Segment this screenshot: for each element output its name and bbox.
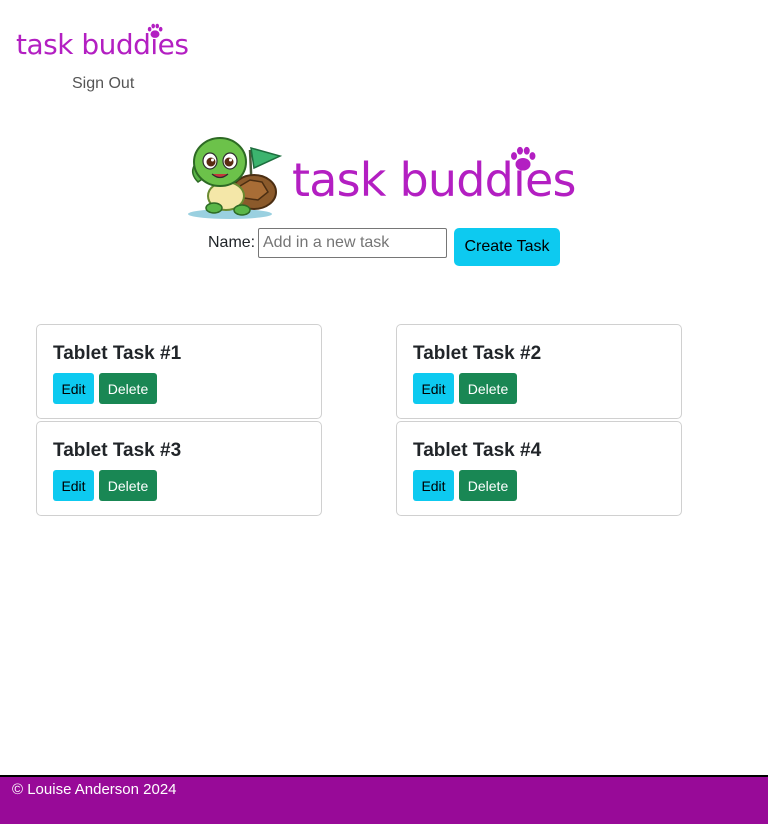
task-title: Tablet Task #1 <box>53 343 182 364</box>
paw-icon <box>511 146 536 171</box>
hero-title: task buddies <box>292 146 576 208</box>
edit-button[interactable]: Edit <box>413 470 454 501</box>
hero-banner: task buddies <box>184 134 584 224</box>
delete-button[interactable]: Delete <box>459 373 517 404</box>
task-card: Tablet Task #4 Edit Delete <box>396 421 682 516</box>
paw-icon <box>147 23 163 38</box>
edit-button[interactable]: Edit <box>53 373 94 404</box>
task-title: Tablet Task #3 <box>53 440 182 461</box>
delete-button[interactable]: Delete <box>459 470 517 501</box>
task-title: Tablet Task #4 <box>413 440 542 461</box>
brand-logo[interactable]: task buddies <box>16 23 189 62</box>
delete-button[interactable]: Delete <box>99 373 157 404</box>
copyright-text: © Louise Anderson 2024 <box>12 781 177 798</box>
edit-button[interactable]: Edit <box>413 373 454 404</box>
sign-out-link[interactable]: Sign Out <box>72 75 134 93</box>
turtle-mascot-icon <box>188 137 283 219</box>
task-card: Tablet Task #3 Edit Delete <box>36 421 322 516</box>
delete-button[interactable]: Delete <box>99 470 157 501</box>
edit-button[interactable]: Edit <box>53 470 94 501</box>
create-task-button[interactable]: Create Task <box>454 228 560 266</box>
task-card: Tablet Task #1 Edit Delete <box>36 324 322 419</box>
task-card: Tablet Task #2 Edit Delete <box>396 324 682 419</box>
task-name-label: Name: <box>208 234 256 251</box>
task-name-input[interactable] <box>258 228 447 258</box>
task-title: Tablet Task #2 <box>413 343 542 364</box>
page-footer: © Louise Anderson 2024 <box>0 775 768 824</box>
